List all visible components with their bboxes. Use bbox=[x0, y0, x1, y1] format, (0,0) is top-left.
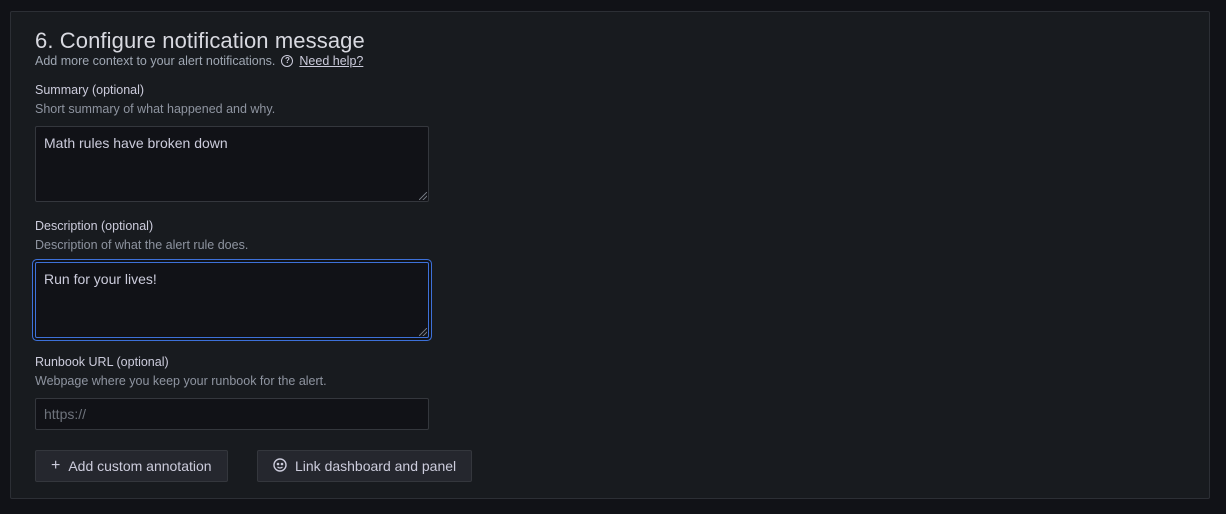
add-custom-annotation-button[interactable]: + Add custom annotation bbox=[35, 450, 228, 482]
description-label: Description (optional) bbox=[35, 219, 154, 233]
link-dashboard-panel-button[interactable]: Link dashboard and panel bbox=[257, 450, 473, 482]
section-title: 6. Configure notification message bbox=[35, 28, 365, 53]
summary-resize-handle[interactable] bbox=[419, 192, 427, 200]
runbook-url-input[interactable] bbox=[35, 398, 429, 430]
section-subtitle: Add more context to your alert notificat… bbox=[35, 54, 276, 68]
link-dashboard-panel-label: Link dashboard and panel bbox=[295, 458, 457, 474]
apps-icon bbox=[273, 457, 287, 475]
description-textarea[interactable] bbox=[35, 262, 429, 338]
add-custom-annotation-label: Add custom annotation bbox=[68, 458, 212, 474]
summary-description: Short summary of what happened and why. bbox=[35, 102, 276, 116]
runbook-label: Runbook URL (optional) bbox=[35, 355, 169, 369]
notification-message-section: 6. Configure notification message Add mo… bbox=[10, 11, 1210, 499]
plus-icon: + bbox=[51, 457, 61, 474]
description-help-text: Description of what the alert rule does. bbox=[35, 238, 249, 252]
need-help-link[interactable]: Need help? bbox=[299, 54, 363, 68]
runbook-description: Webpage where you keep your runbook for … bbox=[35, 374, 327, 388]
description-resize-handle[interactable] bbox=[419, 328, 427, 336]
summary-textarea[interactable] bbox=[35, 126, 429, 202]
question-circle-icon: ? bbox=[281, 55, 294, 67]
summary-label: Summary (optional) bbox=[35, 83, 145, 97]
section-subtitle-row: Add more context to your alert notificat… bbox=[35, 54, 363, 68]
